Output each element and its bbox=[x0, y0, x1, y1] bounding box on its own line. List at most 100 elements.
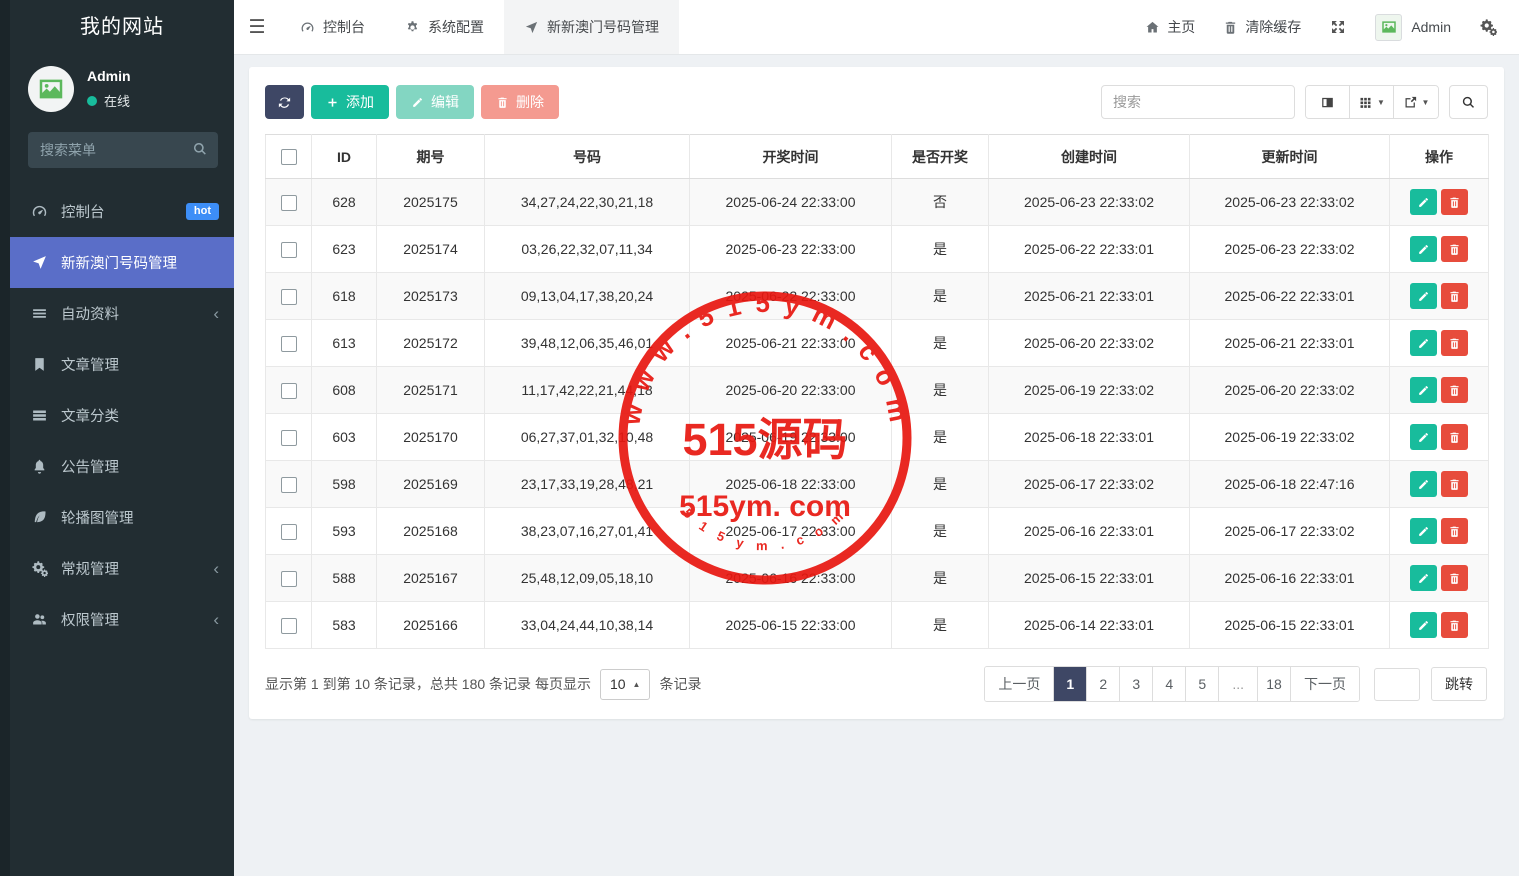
row-checkbox[interactable] bbox=[281, 430, 297, 446]
sidebar: 我的网站 Admin 在线 控制台hot新新澳门号码管理自动资料‹文章管理文章分… bbox=[0, 0, 234, 876]
row-edit-button[interactable] bbox=[1410, 236, 1437, 262]
page-button-1[interactable]: 1 bbox=[1054, 667, 1087, 701]
header-checkbox-cell bbox=[266, 135, 312, 179]
table-search-input[interactable] bbox=[1101, 85, 1295, 119]
cell-period: 2025175 bbox=[377, 179, 485, 226]
pencil-icon bbox=[1417, 478, 1430, 491]
row-checkbox[interactable] bbox=[281, 524, 297, 540]
column-header: 创建时间 bbox=[989, 135, 1190, 179]
row-checkbox-cell bbox=[266, 320, 312, 367]
table-header: ID期号号码开奖时间是否开奖创建时间更新时间操作 bbox=[266, 135, 1489, 179]
menu-search-input[interactable] bbox=[28, 132, 218, 168]
jump-button[interactable]: 跳转 bbox=[1431, 667, 1487, 701]
row-checkbox-cell bbox=[266, 508, 312, 555]
cell-is-drawn: 是 bbox=[892, 602, 989, 649]
cell-is-drawn: 否 bbox=[892, 179, 989, 226]
trash-icon bbox=[1448, 431, 1461, 444]
sidebar-item-console[interactable]: 控制台hot bbox=[10, 186, 234, 237]
sidebar-item-carousel[interactable]: 轮播图管理 bbox=[10, 492, 234, 543]
sidebar-item-articles[interactable]: 文章管理 bbox=[10, 339, 234, 390]
page-size-dropdown[interactable]: 10 ▲ bbox=[600, 669, 651, 700]
table-row: 628202517534,27,24,22,30,21,182025-06-24… bbox=[266, 179, 1489, 226]
row-delete-button[interactable] bbox=[1441, 612, 1468, 638]
top-tabs: 控制台系统配置新新澳门号码管理 bbox=[280, 0, 679, 54]
row-delete-button[interactable] bbox=[1441, 377, 1468, 403]
cell-period: 2025171 bbox=[377, 367, 485, 414]
export-button[interactable]: ▼ bbox=[1394, 86, 1438, 118]
trash-icon bbox=[496, 96, 509, 109]
row-edit-button[interactable] bbox=[1410, 612, 1437, 638]
row-checkbox-cell bbox=[266, 179, 312, 226]
cell-updated: 2025-06-23 22:33:02 bbox=[1190, 226, 1390, 273]
cell-operations bbox=[1390, 461, 1489, 508]
row-checkbox[interactable] bbox=[281, 383, 297, 399]
row-delete-button[interactable] bbox=[1441, 518, 1468, 544]
prev-page-button[interactable]: 上一页 bbox=[985, 667, 1054, 701]
detail-view-button[interactable] bbox=[1306, 86, 1350, 118]
row-delete-button[interactable] bbox=[1441, 330, 1468, 356]
row-delete-button[interactable] bbox=[1441, 471, 1468, 497]
tab-1[interactable]: 系统配置 bbox=[385, 0, 504, 54]
row-edit-button[interactable] bbox=[1410, 189, 1437, 215]
user-menu[interactable]: Admin bbox=[1375, 14, 1451, 41]
page-button-2[interactable]: 2 bbox=[1087, 667, 1120, 701]
add-button[interactable]: 添加 bbox=[311, 85, 389, 119]
cell-draw-time: 2025-06-15 22:33:00 bbox=[690, 602, 892, 649]
page-button-3[interactable]: 3 bbox=[1120, 667, 1153, 701]
page-button-4[interactable]: 4 bbox=[1153, 667, 1186, 701]
home-link[interactable]: 主页 bbox=[1145, 17, 1195, 37]
row-edit-button[interactable] bbox=[1410, 518, 1437, 544]
sidebar-item-macau[interactable]: 新新澳门号码管理 bbox=[10, 237, 234, 288]
settings-gear-icon[interactable] bbox=[1479, 18, 1497, 36]
sidebar-item-auto-data[interactable]: 自动资料‹ bbox=[10, 288, 234, 339]
row-delete-button[interactable] bbox=[1441, 424, 1468, 450]
row-checkbox[interactable] bbox=[281, 195, 297, 211]
row-edit-button[interactable] bbox=[1410, 330, 1437, 356]
row-edit-button[interactable] bbox=[1410, 283, 1437, 309]
cell-is-drawn: 是 bbox=[892, 414, 989, 461]
sidebar-item-label: 文章管理 bbox=[61, 354, 119, 375]
refresh-button[interactable] bbox=[265, 85, 304, 119]
user-status-label: 在线 bbox=[104, 91, 130, 110]
page-button-18[interactable]: 18 bbox=[1258, 667, 1291, 701]
pen-icon bbox=[31, 509, 48, 526]
sidebar-item-notices[interactable]: 公告管理 bbox=[10, 441, 234, 492]
user-name: Admin bbox=[87, 68, 131, 84]
cell-draw-time: 2025-06-24 22:33:00 bbox=[690, 179, 892, 226]
tab-0[interactable]: 控制台 bbox=[280, 0, 385, 54]
jump-page-input[interactable] bbox=[1374, 668, 1420, 701]
row-edit-button[interactable] bbox=[1410, 424, 1437, 450]
pencil-icon bbox=[1417, 431, 1430, 444]
cursor-icon bbox=[31, 254, 48, 271]
delete-button[interactable]: 删除 bbox=[481, 85, 559, 119]
row-edit-button[interactable] bbox=[1410, 565, 1437, 591]
cell-numbers: 38,23,07,16,27,01,41 bbox=[485, 508, 690, 555]
row-checkbox[interactable] bbox=[281, 336, 297, 352]
sidebar-item-permission[interactable]: 权限管理‹ bbox=[10, 594, 234, 645]
row-edit-button[interactable] bbox=[1410, 377, 1437, 403]
fullscreen-icon[interactable] bbox=[1329, 18, 1347, 36]
row-delete-button[interactable] bbox=[1441, 565, 1468, 591]
row-checkbox-cell bbox=[266, 461, 312, 508]
row-delete-button[interactable] bbox=[1441, 283, 1468, 309]
row-delete-button[interactable] bbox=[1441, 236, 1468, 262]
cell-is-drawn: 是 bbox=[892, 367, 989, 414]
columns-button[interactable]: ▼ bbox=[1350, 86, 1394, 118]
hamburger-icon[interactable]: ☰ bbox=[234, 0, 280, 54]
sidebar-item-general[interactable]: 常规管理‹ bbox=[10, 543, 234, 594]
edit-button[interactable]: 编辑 bbox=[396, 85, 474, 119]
row-checkbox[interactable] bbox=[281, 618, 297, 634]
row-edit-button[interactable] bbox=[1410, 471, 1437, 497]
row-checkbox[interactable] bbox=[281, 289, 297, 305]
next-page-button[interactable]: 下一页 bbox=[1291, 667, 1359, 701]
page-button-5[interactable]: 5 bbox=[1186, 667, 1219, 701]
row-checkbox[interactable] bbox=[281, 242, 297, 258]
row-checkbox[interactable] bbox=[281, 477, 297, 493]
row-delete-button[interactable] bbox=[1441, 189, 1468, 215]
search-submit-button[interactable] bbox=[1449, 85, 1488, 119]
clear-cache-link[interactable]: 清除缓存 bbox=[1223, 17, 1301, 37]
row-checkbox[interactable] bbox=[281, 571, 297, 587]
sidebar-item-categories[interactable]: 文章分类 bbox=[10, 390, 234, 441]
tab-2[interactable]: 新新澳门号码管理 bbox=[504, 0, 679, 54]
select-all-checkbox[interactable] bbox=[281, 149, 297, 165]
